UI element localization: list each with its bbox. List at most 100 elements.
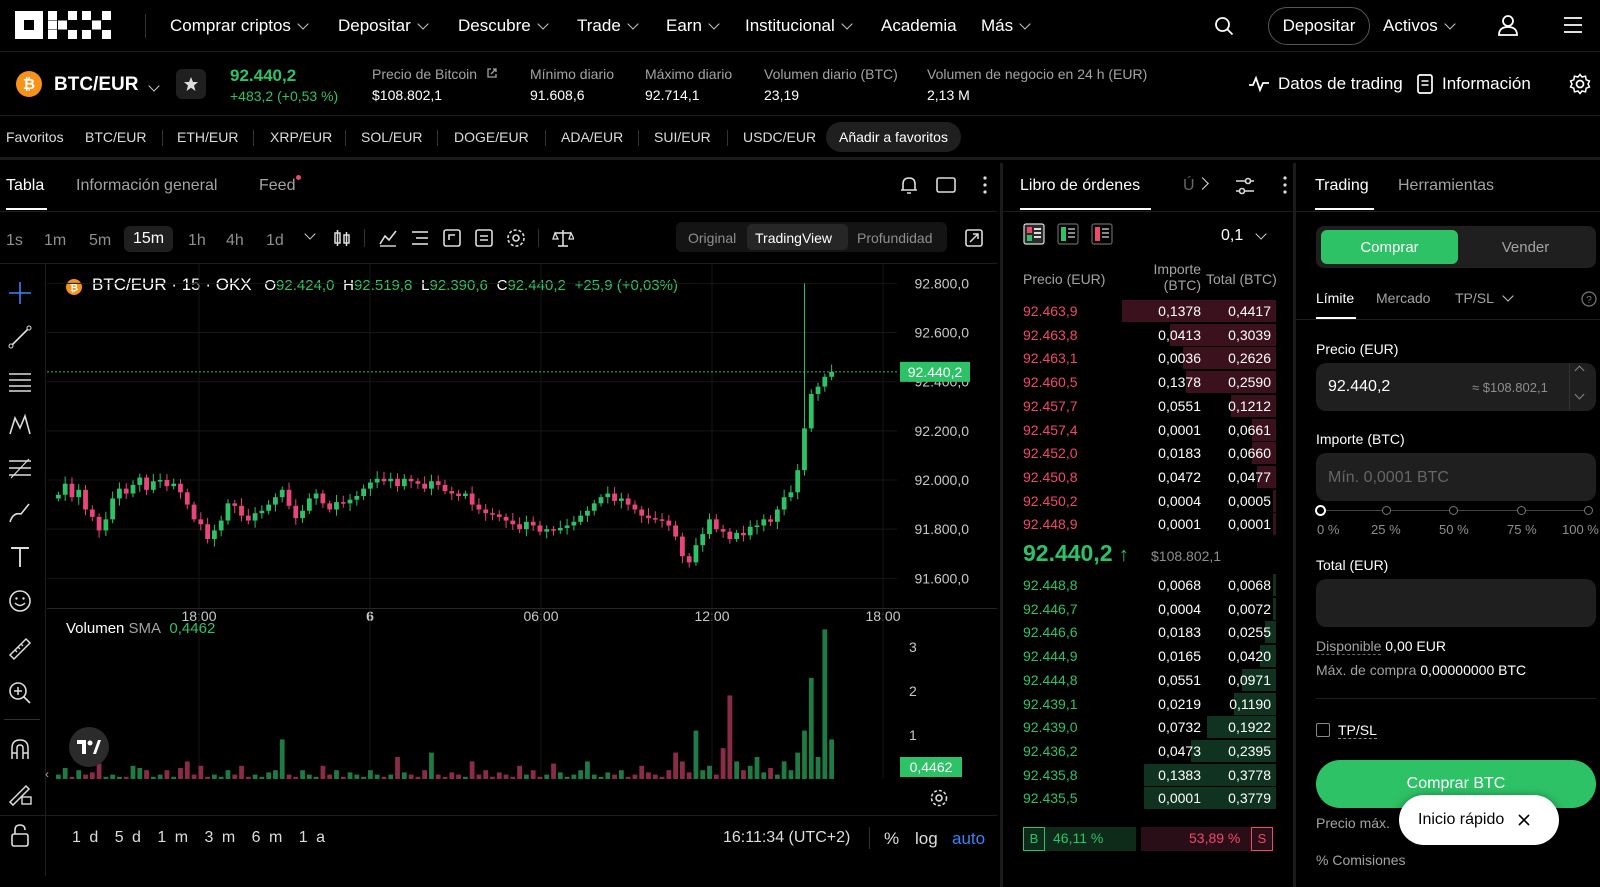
tab-feed[interactable]: Feed: [259, 177, 295, 195]
range-1m[interactable]: 1 m: [157, 829, 190, 846]
trading-data-link[interactable]: Datos de trading: [1248, 74, 1403, 94]
bid-row[interactable]: 92.435,5 0,0001 0,3779: [1011, 786, 1276, 810]
bell-alert-icon[interactable]: [899, 175, 919, 195]
fullscreen-icon[interactable]: [964, 228, 984, 248]
tradingview-logo[interactable]: [69, 727, 109, 767]
range-1a[interactable]: 1 a: [299, 829, 327, 846]
view-asks-icon[interactable]: [1091, 223, 1113, 245]
view-original[interactable]: Original: [688, 230, 736, 246]
axis-settings-gear-icon[interactable]: [929, 788, 949, 808]
auto-scale-toggle[interactable]: auto: [952, 829, 985, 849]
user-icon[interactable]: [1496, 13, 1520, 37]
ask-row[interactable]: 92.452,0 0,0183 0,0660: [1011, 441, 1276, 465]
compare-icon[interactable]: [474, 228, 494, 248]
help-icon[interactable]: ?: [1581, 291, 1597, 307]
timeframe-1d[interactable]: 1d: [266, 232, 284, 250]
ruler-icon[interactable]: [7, 636, 33, 662]
add-to-favorites-button[interactable]: Añadir a favoritos: [826, 122, 961, 152]
precision-selector[interactable]: 0,1: [1221, 227, 1267, 245]
bid-row[interactable]: 92.436,2 0,0473 0,2395: [1011, 739, 1276, 763]
emoji-icon[interactable]: [7, 588, 33, 614]
indicator-icon[interactable]: [378, 228, 398, 248]
info-link[interactable]: Información: [1417, 74, 1531, 94]
buy-side-button[interactable]: Comprar: [1321, 230, 1458, 264]
bid-row[interactable]: 92.444,8 0,0551 0,0971: [1011, 668, 1276, 692]
search-icon[interactable]: [1214, 16, 1234, 36]
tab-orderbook[interactable]: Libro de órdenes: [1020, 177, 1140, 195]
range-5d[interactable]: 5 d: [115, 829, 143, 846]
nav-institucional[interactable]: Institucional: [745, 0, 853, 52]
amount-slider-thumb[interactable]: [1315, 505, 1326, 516]
range-1d[interactable]: 1 d: [72, 829, 100, 846]
ask-row[interactable]: 92.457,7 0,0551 0,1212: [1011, 394, 1276, 418]
ask-row[interactable]: 92.463,9 0,1378 0,4417: [1011, 299, 1276, 323]
menu-icon[interactable]: [1563, 16, 1583, 34]
fav-sui-eur[interactable]: SUI/EUR: [654, 129, 711, 145]
volume-chart[interactable]: 3 2 1 0,4462: [47, 609, 997, 829]
more-vertical-icon[interactable]: [1283, 176, 1287, 194]
chevron-right-icon[interactable]: [1196, 177, 1209, 190]
fav-xrp-eur[interactable]: XRP/EUR: [270, 129, 332, 145]
deposit-button[interactable]: Depositar: [1268, 7, 1370, 45]
chart-settings-gear-icon[interactable]: [506, 228, 526, 248]
tab-recent-trades[interactable]: Ú: [1183, 177, 1195, 195]
bid-row[interactable]: 92.446,6 0,0183 0,0255: [1011, 620, 1276, 644]
assets-menu[interactable]: Activos: [1383, 0, 1456, 52]
order-type-tpsl[interactable]: TP/SL: [1455, 289, 1514, 306]
view-profundidad[interactable]: Profundidad: [857, 230, 933, 246]
nav-descubre[interactable]: Descubre: [458, 0, 549, 52]
range-3m[interactable]: 3 m: [205, 829, 238, 846]
layout-window-icon[interactable]: [936, 177, 956, 193]
slider-mark-75[interactable]: [1517, 506, 1526, 515]
okx-logo[interactable]: [15, 11, 113, 39]
view-bids-icon[interactable]: [1057, 223, 1079, 245]
timeframe-15m[interactable]: 15m: [124, 226, 174, 252]
horizontal-lines-icon[interactable]: [7, 368, 33, 394]
nav-trade[interactable]: Trade: [577, 0, 639, 52]
ask-row[interactable]: 92.460,5 0,1378 0,2590: [1011, 370, 1276, 394]
bid-row[interactable]: 92.444,9 0,0165 0,0420: [1011, 644, 1276, 668]
pair-selector[interactable]: BTC/EUR: [54, 74, 161, 96]
tab-informacion-general[interactable]: Información general: [76, 177, 217, 195]
crosshair-icon[interactable]: [7, 280, 33, 306]
brush-icon[interactable]: [7, 500, 33, 526]
slider-mark-50[interactable]: [1449, 506, 1458, 515]
quick-start-popup[interactable]: Inicio rápido: [1399, 795, 1559, 845]
order-type-market[interactable]: Mercado: [1376, 290, 1430, 306]
pattern-icon[interactable]: [7, 412, 33, 438]
bid-row[interactable]: 92.446,7 0,0004 0,0072: [1011, 597, 1276, 621]
ask-row[interactable]: 92.457,4 0,0001 0,0661: [1011, 418, 1276, 442]
nav-academia[interactable]: Academia: [881, 0, 957, 52]
favorite-star-button[interactable]: [176, 69, 206, 99]
fav-ada-eur[interactable]: ADA/EUR: [561, 129, 623, 145]
nav-earn[interactable]: Earn: [666, 0, 720, 52]
more-vertical-icon[interactable]: [983, 176, 987, 194]
external-link-icon[interactable]: [486, 67, 498, 79]
bid-row[interactable]: 92.439,1 0,0219 0,1190: [1011, 692, 1276, 716]
timeframe-1h[interactable]: 1h: [188, 232, 206, 250]
bid-row[interactable]: 92.448,8 0,0068 0,0068: [1011, 573, 1276, 597]
ask-row[interactable]: 92.448,9 0,0001 0,0001: [1011, 512, 1276, 536]
timeframe-1m[interactable]: 1m: [44, 232, 66, 250]
scale-balance-icon[interactable]: [552, 228, 574, 248]
filter-sliders-icon[interactable]: [1235, 177, 1255, 195]
tpsl-checkbox[interactable]: [1316, 723, 1330, 737]
nav-comprar-criptos[interactable]: Comprar criptos: [170, 0, 309, 52]
bid-row[interactable]: 92.439,0 0,0732 0,1922: [1011, 715, 1276, 739]
timeframe-1s[interactable]: 1s: [6, 232, 23, 250]
replay-icon[interactable]: [442, 228, 462, 248]
nav-depositar[interactable]: Depositar: [338, 0, 429, 52]
candle-type-icon[interactable]: [332, 228, 352, 248]
fav-sol-eur[interactable]: SOL/EUR: [361, 129, 422, 145]
text-tool-icon[interactable]: [7, 544, 33, 570]
ask-row[interactable]: 92.463,8 0,0413 0,3039: [1011, 323, 1276, 347]
fav-eth-eur[interactable]: ETH/EUR: [177, 129, 238, 145]
percent-scale-toggle[interactable]: %: [884, 829, 899, 849]
fav-usdc-eur[interactable]: USDC/EUR: [743, 129, 816, 145]
lock-icon[interactable]: [7, 822, 33, 848]
bid-row[interactable]: 92.435,8 0,1383 0,3778: [1011, 763, 1276, 787]
view-both-icon[interactable]: [1023, 223, 1045, 245]
magnet-icon[interactable]: [7, 736, 33, 762]
nav-mas[interactable]: Más: [981, 0, 1031, 52]
ask-row[interactable]: 92.463,1 0,0036 0,2626: [1011, 346, 1276, 370]
